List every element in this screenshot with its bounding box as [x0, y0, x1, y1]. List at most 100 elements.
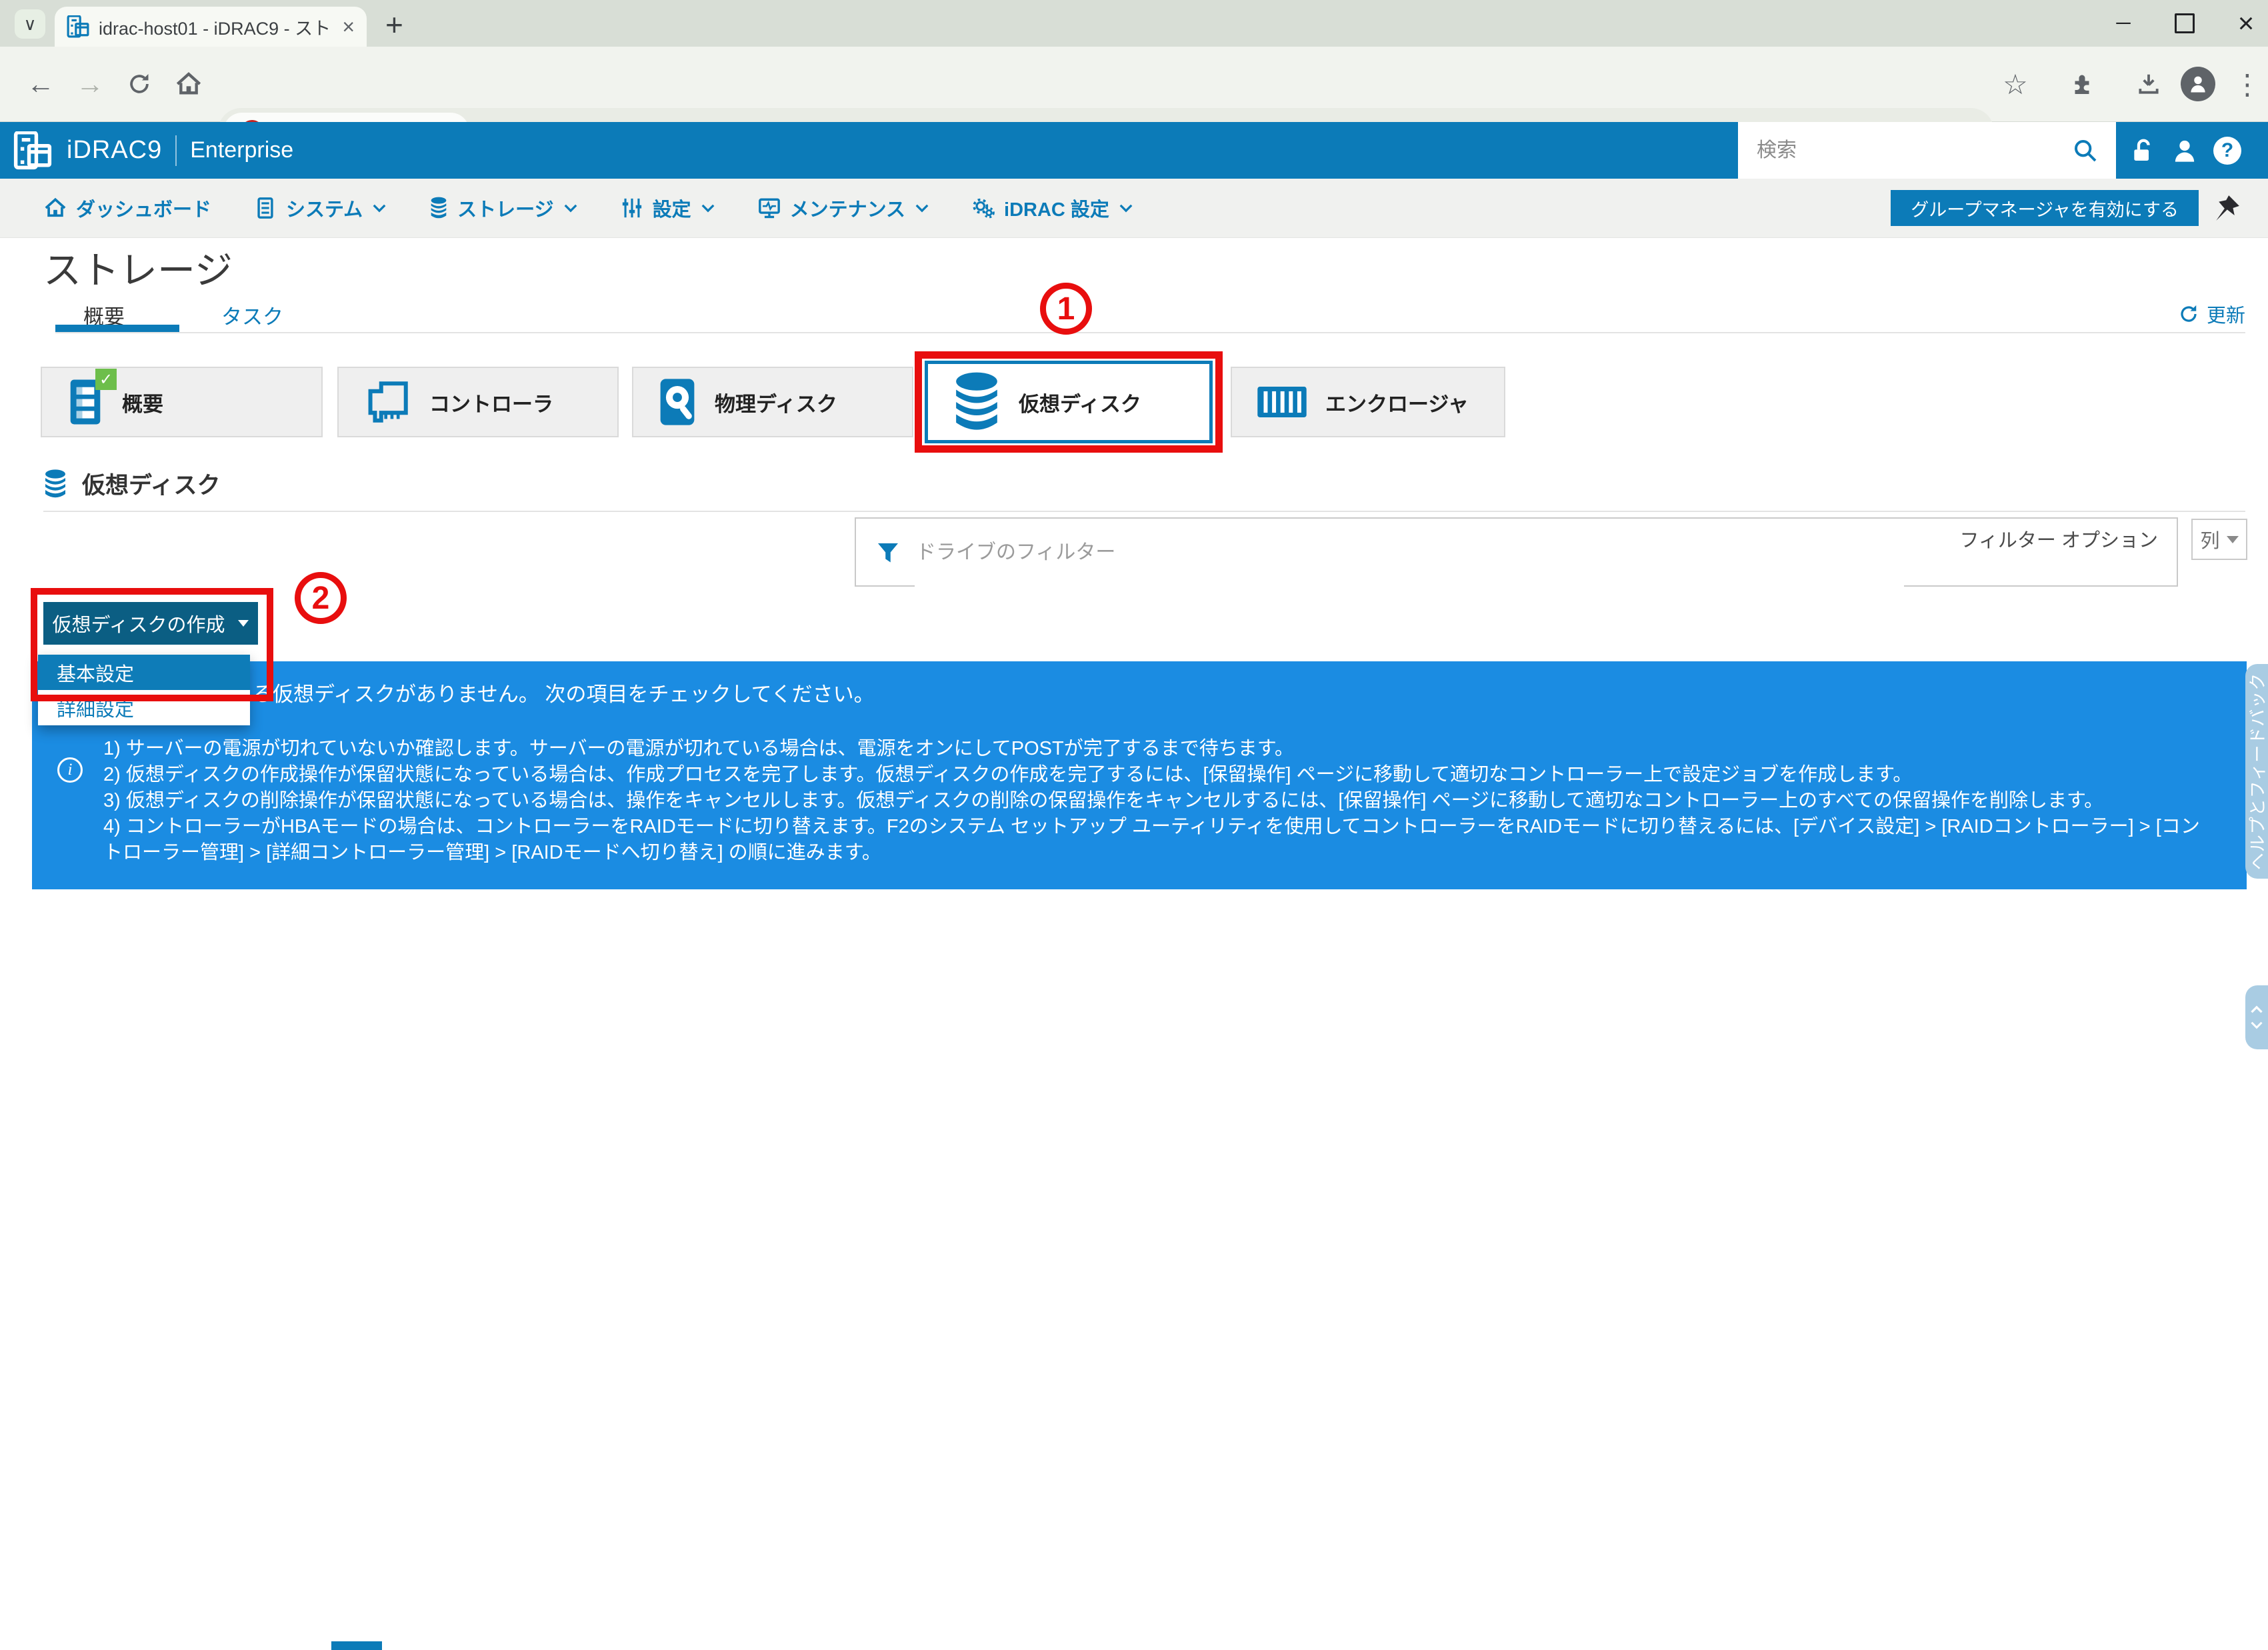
user-icon [2171, 137, 2198, 164]
window-minimize-button[interactable]: ─ [2100, 0, 2147, 47]
check-badge-icon: ✓ [95, 369, 117, 390]
nav-maintenance[interactable]: メンテナンス [758, 194, 929, 222]
help-button[interactable]: ? [2207, 122, 2248, 179]
window-maximize-button[interactable] [2161, 0, 2208, 47]
reload-icon [127, 71, 152, 97]
maintenance-icon [758, 197, 781, 219]
refresh-link[interactable]: 更新 [2179, 300, 2245, 328]
annotation-box-2 [31, 588, 273, 701]
chevron-down-icon[interactable] [2250, 1021, 2263, 1029]
chevron-down-icon [1119, 203, 1133, 213]
nav-label: システム [286, 194, 363, 222]
card-physical-disks[interactable]: 物理ディスク [632, 367, 913, 437]
enclosure-icon [1256, 383, 1308, 421]
session-lock-button[interactable] [2121, 122, 2163, 179]
card-label: 仮想ディスク [1019, 387, 1141, 417]
bottom-edge-artifact [331, 1641, 382, 1650]
browser-menu-button[interactable]: ⋮ [2224, 47, 2268, 121]
card-controllers[interactable]: コントローラ [337, 367, 619, 437]
chevron-down-icon [915, 203, 929, 213]
help-feedback-tab[interactable]: ヘルプとフィードバック [2245, 664, 2268, 879]
tab-tasks[interactable]: タスク [221, 300, 283, 330]
window-close-button[interactable]: × [2223, 0, 2268, 47]
downloads-button[interactable] [2125, 47, 2172, 121]
storage-icon [429, 197, 448, 219]
search-input[interactable] [1755, 139, 2072, 163]
card-label: エンクロージャ [1325, 387, 1469, 417]
section-title: 仮想ディスク [82, 467, 221, 501]
reload-button[interactable] [116, 47, 163, 121]
drive-filter-bar: フィルター オプション [855, 517, 2178, 587]
browser-tab[interactable]: idrac-host01 - iDRAC9 - ストレー × [55, 7, 367, 47]
banner-item: 1) サーバーの電源が切れていないか確認します。サーバーの電源が切れている場合は… [103, 736, 2210, 762]
filter-funnel-icon [876, 540, 900, 567]
idrac-logo [13, 131, 52, 170]
card-virtual-disks[interactable]: 仮想ディスク [925, 361, 1213, 443]
chevron-down-icon [372, 203, 387, 213]
banner-item: 2) 仮想ディスクの作成操作が保留状態になっている場合は、作成プロセスを完了しま… [103, 762, 2210, 788]
forward-button[interactable]: → [67, 47, 113, 121]
back-button[interactable]: ← [17, 47, 64, 121]
new-tab-button[interactable]: + [385, 7, 403, 43]
search-icon[interactable] [2072, 137, 2099, 164]
card-label: 物理ディスク [715, 387, 837, 417]
filter-options-link[interactable]: フィルター オプション [1938, 528, 2158, 553]
annotation-box-1: 仮想ディスク [915, 351, 1223, 453]
page-title: ストレージ [43, 240, 233, 295]
system-icon [254, 197, 277, 219]
gears-icon [972, 197, 995, 219]
nav-dashboard[interactable]: ダッシュボード [44, 194, 211, 222]
help-icon: ? [2213, 137, 2241, 165]
columns-dropdown-button[interactable]: 列 [2191, 519, 2247, 560]
banner-intro-text: る仮想ディスクがありません。 次の項目をチェックしてください。 [252, 677, 875, 707]
user-button[interactable] [2164, 122, 2205, 179]
bookmark-star-button[interactable]: ☆ [1992, 47, 2039, 121]
home-button[interactable] [165, 47, 212, 121]
annotation-circle-1: 1 [1040, 283, 1092, 335]
profile-avatar[interactable] [2175, 47, 2221, 121]
nav-label: メンテナンス [790, 194, 905, 222]
nav-label: 設定 [653, 194, 691, 222]
info-icon: i [57, 757, 83, 783]
extensions-button[interactable] [2059, 47, 2105, 121]
brand: iDRAC9 Enterprise [67, 122, 293, 179]
chevron-up-icon[interactable] [2250, 1005, 2263, 1014]
tab-close-icon[interactable]: × [342, 15, 355, 39]
section-divider [43, 511, 2245, 512]
maximize-icon [2175, 13, 2195, 33]
nav-configuration[interactable]: 設定 [621, 194, 715, 222]
banner-item: 4) コントローラーがHBAモードの場合は、コントローラーをRAIDモードに切り… [103, 814, 2210, 866]
idrac-header: iDRAC9 Enterprise ? [0, 122, 2268, 179]
home-icon [175, 71, 202, 97]
enable-group-manager-button[interactable]: グループマネージャを有効にする [1891, 190, 2199, 226]
refresh-label: 更新 [2207, 300, 2245, 328]
browser-toolbar: ← → × 保護されていない通信 https://172.21.15.21/re… [0, 47, 2268, 122]
controller-icon [363, 377, 412, 427]
annotation-circle-2: 2 [295, 572, 347, 624]
brand-name: iDRAC9 [67, 136, 162, 165]
refresh-icon [2179, 304, 2199, 324]
drive-filter-input[interactable] [915, 519, 1904, 587]
nav-idrac-settings[interactable]: iDRAC 設定 [972, 194, 1133, 222]
unlock-icon [2129, 137, 2155, 164]
settings-icon [621, 197, 643, 219]
nav-system[interactable]: システム [254, 194, 387, 222]
tabs-divider [55, 332, 2245, 333]
help-feedback-label: ヘルプとフィードバック [2245, 673, 2268, 870]
nav-label: ストレージ [457, 194, 553, 222]
nav-storage[interactable]: ストレージ [429, 194, 577, 222]
nav-label: ダッシュボード [76, 194, 211, 222]
tab-title: idrac-host01 - iDRAC9 - ストレー [99, 14, 333, 40]
banner-checklist: 1) サーバーの電源が切れていないか確認します。サーバーの電源が切れている場合は… [103, 736, 2210, 866]
download-icon [2136, 71, 2161, 97]
person-icon [2188, 74, 2208, 94]
card-overview[interactable]: ✓ 概要 [41, 367, 323, 437]
scroll-buttons-tab[interactable] [2245, 985, 2268, 1049]
tab-search-button[interactable]: ∨ [15, 9, 45, 39]
card-enclosures[interactable]: エンクロージャ [1231, 367, 1505, 437]
global-search [1738, 122, 2116, 179]
pin-icon[interactable] [2212, 193, 2241, 223]
idrac-favicon [67, 15, 89, 38]
overview-icon-wrap: ✓ [66, 378, 105, 426]
info-banner: る仮想ディスクがありません。 次の項目をチェックしてください。 i 1) サーバ… [32, 661, 2247, 889]
